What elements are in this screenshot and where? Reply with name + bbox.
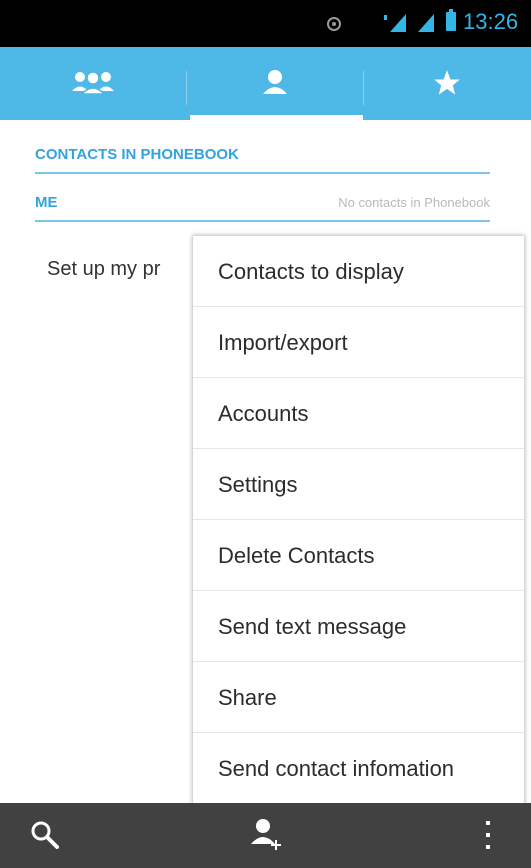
menu-item-send-text-message[interactable]: Send text message <box>193 591 524 662</box>
me-header-label: ME <box>35 194 58 211</box>
menu-item-accounts[interactable]: Accounts <box>193 378 524 449</box>
overflow-menu-icon[interactable] <box>483 819 493 853</box>
menu-item-contacts-to-display[interactable]: Contacts to display <box>193 236 524 307</box>
contacts-header-label: CONTACTS IN PHONEBOOK <box>35 146 239 163</box>
menu-item-delete-contacts[interactable]: Delete Contacts <box>193 520 524 591</box>
person-icon <box>262 70 287 94</box>
contacts-in-phonebook-header: CONTACTS IN PHONEBOOK <box>35 146 490 174</box>
signal-icon <box>418 14 434 32</box>
clock: 13:26 <box>463 9 519 34</box>
menu-item-import-export[interactable]: Import/export <box>193 307 524 378</box>
signal-icon <box>384 14 406 32</box>
bottom-action-bar <box>0 803 531 868</box>
tab-favorites[interactable] <box>363 47 531 120</box>
menu-item-send-contact-information[interactable]: Send contact infomation <box>193 733 524 804</box>
groups-icon <box>72 71 114 95</box>
tab-bar <box>0 47 531 120</box>
add-contact-icon[interactable] <box>250 817 284 853</box>
star-icon <box>434 70 460 95</box>
tab-groups[interactable] <box>0 47 186 120</box>
menu-item-share[interactable]: Share <box>193 662 524 733</box>
me-header: ME No contacts in Phonebook <box>35 194 490 222</box>
me-status-text: No contacts in Phonebook <box>338 195 490 210</box>
tab-selected-indicator <box>190 115 363 120</box>
overflow-menu: Contacts to display Import/export Accoun… <box>193 236 524 804</box>
tab-contacts[interactable] <box>186 47 363 120</box>
set-up-profile-item[interactable]: Set up my pr <box>47 258 160 281</box>
battery-icon <box>446 9 456 31</box>
record-icon <box>327 17 341 31</box>
menu-item-settings[interactable]: Settings <box>193 449 524 520</box>
search-icon[interactable] <box>30 820 60 850</box>
status-bar: 13:26 <box>0 0 531 47</box>
